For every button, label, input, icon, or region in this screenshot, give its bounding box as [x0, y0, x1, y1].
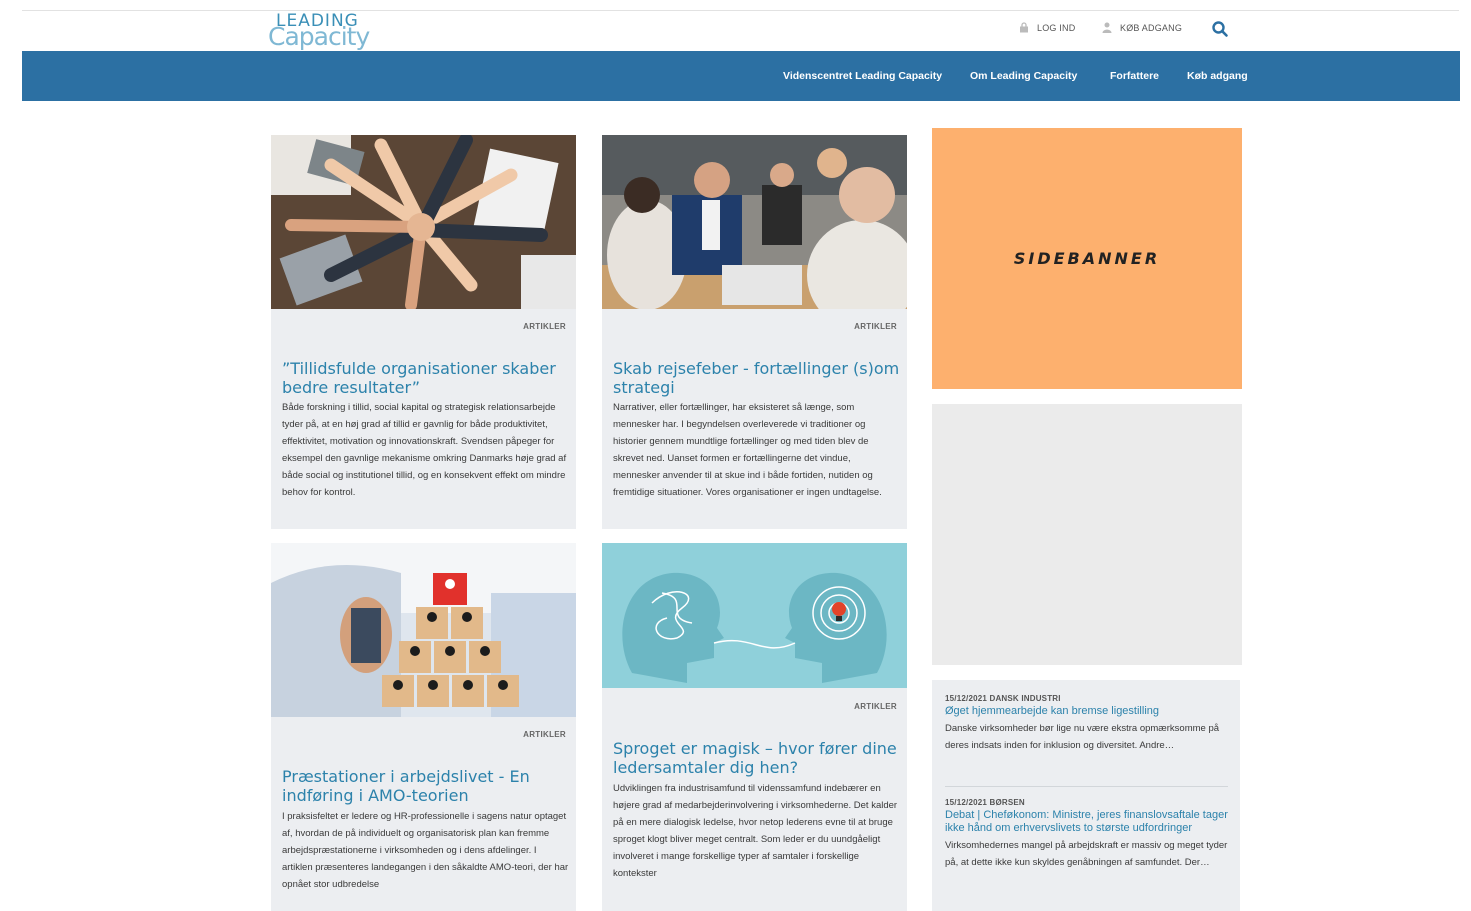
nav-item-videnscentret[interactable]: Videnscentret Leading Capacity [783, 70, 942, 82]
news-item[interactable]: 15/12/2021 BØRSEN Debat | Cheføkonom: Mi… [945, 798, 1230, 871]
article-tag: ARTIKLER [854, 322, 897, 331]
article-title[interactable]: Skab rejsefeber - fortællinger (s)om str… [613, 359, 903, 397]
article-card[interactable]: ARTIKLER Skab rejsefeber - fortællinger … [602, 135, 907, 529]
nav-item-forfattere[interactable]: Forfattere [1110, 70, 1159, 82]
search-icon[interactable] [1211, 20, 1229, 38]
article-excerpt: Narrativer, eller fortællinger, har eksi… [613, 402, 882, 498]
sidebanner-ad[interactable]: SIDEBANNER [932, 128, 1242, 389]
nav-item-om-leading-capacity[interactable]: Om Leading Capacity [970, 70, 1077, 82]
news-text: Danske virksomheder bør lige nu være eks… [945, 723, 1220, 751]
news-meta: 15/12/2021 DANSK INDUSTRI [945, 694, 1061, 703]
news-feed: 15/12/2021 DANSK INDUSTRI Øget hjemmearb… [932, 680, 1240, 911]
article-title[interactable]: ”Tillidsfulde organisationer skaber bedr… [282, 359, 572, 397]
news-title[interactable]: Øget hjemmearbejde kan bremse ligestilli… [945, 705, 1230, 718]
article-card[interactable]: ARTIKLER Præstationer i arbejdslivet - E… [271, 543, 576, 911]
article-title[interactable]: Præstationer i arbejdslivet - En indføri… [282, 767, 572, 805]
news-title[interactable]: Debat | Cheføkonom: Ministre, jeres fina… [945, 809, 1230, 835]
user-icon [1102, 22, 1112, 33]
news-item[interactable]: 15/12/2021 DANSK INDUSTRI Øget hjemmearb… [945, 694, 1230, 754]
article-image-teamwork-hands [271, 135, 576, 309]
news-divider [945, 786, 1228, 787]
ad-placeholder [932, 404, 1242, 665]
buy-access-link[interactable]: KØB ADGANG [1102, 22, 1182, 33]
article-tag: ARTIKLER [523, 730, 566, 739]
logo-text-capacity: Capacity [268, 22, 370, 51]
sidebanner-label: SIDEBANNER [1013, 249, 1161, 268]
nav-item-koeb-adgang[interactable]: Køb adgang [1187, 70, 1248, 82]
article-image-heads-illustration [602, 543, 907, 688]
article-title[interactable]: Sproget er magisk – hvor fører dine lede… [613, 739, 903, 777]
site-logo[interactable]: LEADING Capacity [268, 11, 388, 51]
news-meta: 15/12/2021 BØRSEN [945, 798, 1025, 807]
top-divider [22, 10, 1459, 11]
login-label: LOG IND [1037, 22, 1076, 33]
article-card[interactable]: ARTIKLER ”Tillidsfulde organisationer sk… [271, 135, 576, 529]
article-card[interactable]: ARTIKLER Sproget er magisk – hvor fører … [602, 543, 907, 911]
news-text: Virksomhedernes mangel på arbejdskraft e… [945, 840, 1228, 868]
buy-access-label: KØB ADGANG [1120, 22, 1183, 33]
article-excerpt: I praksisfeltet er ledere og HR-professi… [282, 811, 569, 890]
main-nav: Videnscentret Leading Capacity Om Leadin… [22, 51, 1460, 101]
login-link[interactable]: LOG IND [1019, 22, 1075, 33]
article-excerpt: Både forskning i tillid, social kapital … [282, 402, 567, 498]
article-tag: ARTIKLER [523, 322, 566, 331]
article-excerpt: Udviklingen fra industrisamfund til vide… [613, 783, 898, 879]
article-tag: ARTIKLER [854, 702, 897, 711]
lock-icon [1020, 22, 1028, 33]
article-image-blocks-pyramid [271, 543, 576, 717]
article-image-meeting [602, 135, 907, 309]
